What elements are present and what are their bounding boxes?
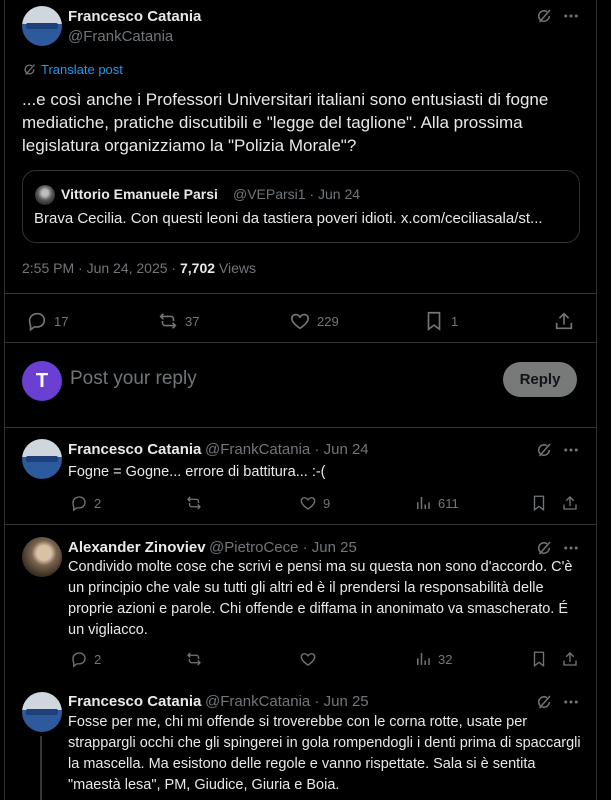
reply-count: 17 bbox=[54, 313, 69, 329]
translate-label: Translate post bbox=[41, 62, 123, 77]
like-icon[interactable] bbox=[299, 650, 317, 668]
views-icon bbox=[414, 650, 432, 668]
repost-icon[interactable] bbox=[185, 494, 203, 512]
share-icon[interactable] bbox=[561, 494, 579, 512]
grok-icon[interactable] bbox=[535, 441, 553, 459]
reply-text: Condivido molte cose che scrivi e pensi … bbox=[68, 559, 573, 638]
reply-count: 2 bbox=[94, 651, 102, 667]
reply-author-name[interactable]: Francesco Catania bbox=[68, 441, 201, 458]
repost-count: 37 bbox=[185, 313, 200, 329]
divider bbox=[4, 427, 596, 428]
like-icon bbox=[299, 494, 317, 512]
reply-meta[interactable]: @FrankCatania · Jun 24 bbox=[205, 441, 369, 458]
like-count: 9 bbox=[323, 495, 331, 511]
reply-action[interactable]: 2 bbox=[70, 494, 101, 512]
bookmark-icon[interactable] bbox=[530, 650, 548, 668]
quoted-text: Brava Cecilia. Con questi leoni da tasti… bbox=[34, 210, 543, 227]
repost-icon[interactable] bbox=[185, 650, 203, 668]
reply-count: 2 bbox=[94, 495, 102, 511]
divider bbox=[4, 524, 596, 525]
grok-icon[interactable] bbox=[535, 7, 553, 25]
views-action[interactable]: 611 bbox=[414, 494, 459, 512]
reply-icon bbox=[26, 310, 48, 332]
more-icon[interactable] bbox=[562, 441, 580, 459]
like-icon bbox=[289, 310, 311, 332]
like-count: 229 bbox=[317, 313, 339, 329]
translate-post-link[interactable]: Translate post bbox=[22, 62, 123, 77]
like-action[interactable]: 229 bbox=[289, 310, 339, 332]
reply-author-name[interactable]: Alexander Zinoviev bbox=[68, 539, 206, 556]
bookmark-count: 1 bbox=[451, 313, 459, 329]
thread-connector bbox=[40, 736, 42, 800]
reply-meta[interactable]: @PietroCece · Jun 25 bbox=[209, 539, 357, 556]
reply-text: Fogne = Gogne... errore di battitura... … bbox=[68, 464, 326, 480]
avatar[interactable] bbox=[22, 537, 62, 577]
reply-author-name[interactable]: Francesco Catania bbox=[68, 693, 201, 710]
column-border-left bbox=[4, 0, 5, 800]
grok-icon[interactable] bbox=[535, 693, 553, 711]
reply-meta[interactable]: @FrankCatania · Jun 25 bbox=[205, 693, 369, 710]
more-icon[interactable] bbox=[562, 693, 580, 711]
avatar[interactable] bbox=[22, 692, 62, 732]
divider bbox=[4, 293, 596, 294]
reply-action[interactable]: 17 bbox=[26, 310, 68, 332]
author-handle[interactable]: @FrankCatania bbox=[68, 28, 173, 45]
like-action[interactable]: 9 bbox=[299, 494, 330, 512]
reply-icon bbox=[70, 650, 88, 668]
bookmark-action[interactable]: 1 bbox=[423, 310, 458, 332]
quoted-avatar bbox=[35, 185, 55, 205]
more-icon[interactable] bbox=[562, 7, 580, 25]
bookmark-icon bbox=[423, 310, 445, 332]
views-count: 32 bbox=[438, 651, 453, 667]
bookmark-icon[interactable] bbox=[530, 494, 548, 512]
avatar[interactable] bbox=[22, 6, 62, 46]
views-count: 611 bbox=[438, 495, 459, 511]
views-count: 7,702 bbox=[179, 260, 216, 276]
share-icon[interactable] bbox=[561, 650, 579, 668]
more-icon[interactable] bbox=[562, 539, 580, 557]
repost-action[interactable]: 37 bbox=[157, 310, 199, 332]
quoted-author-meta: @VEParsi1 · Jun 24 bbox=[233, 186, 361, 202]
reply-icon bbox=[70, 494, 88, 512]
reply-text: Fosse per me, chi mi offende si trovereb… bbox=[68, 714, 581, 793]
conversation-view: Francesco Catania @FrankCatania Translat… bbox=[0, 0, 611, 800]
views-label: Views bbox=[215, 260, 257, 276]
views-action[interactable]: 32 bbox=[414, 650, 452, 668]
post-timestamp[interactable]: 2:55 PM · Jun 24, 2025 · bbox=[22, 260, 180, 276]
share-icon[interactable] bbox=[553, 310, 575, 332]
author-name[interactable]: Francesco Catania bbox=[68, 8, 201, 25]
avatar[interactable] bbox=[22, 439, 62, 479]
post-timestamp-views: 2:55 PM · Jun 24, 2025 · 7,702 Views bbox=[22, 260, 256, 276]
post-text: ...e così anche i Professori Universitar… bbox=[22, 90, 549, 155]
repost-icon bbox=[157, 310, 179, 332]
reply-button[interactable]: Reply bbox=[503, 362, 577, 397]
translate-icon bbox=[22, 62, 37, 77]
quoted-post[interactable]: Vittorio Emanuele Parsi @VEParsi1 · Jun … bbox=[22, 170, 580, 243]
divider bbox=[4, 342, 596, 343]
views-icon bbox=[414, 494, 432, 512]
avatar[interactable]: T bbox=[22, 361, 62, 401]
quoted-author-name: Vittorio Emanuele Parsi bbox=[61, 186, 218, 202]
grok-icon[interactable] bbox=[535, 539, 553, 557]
reply-input[interactable]: Post your reply bbox=[70, 368, 197, 390]
reply-action[interactable]: 2 bbox=[70, 650, 101, 668]
column-border-right bbox=[596, 0, 597, 800]
